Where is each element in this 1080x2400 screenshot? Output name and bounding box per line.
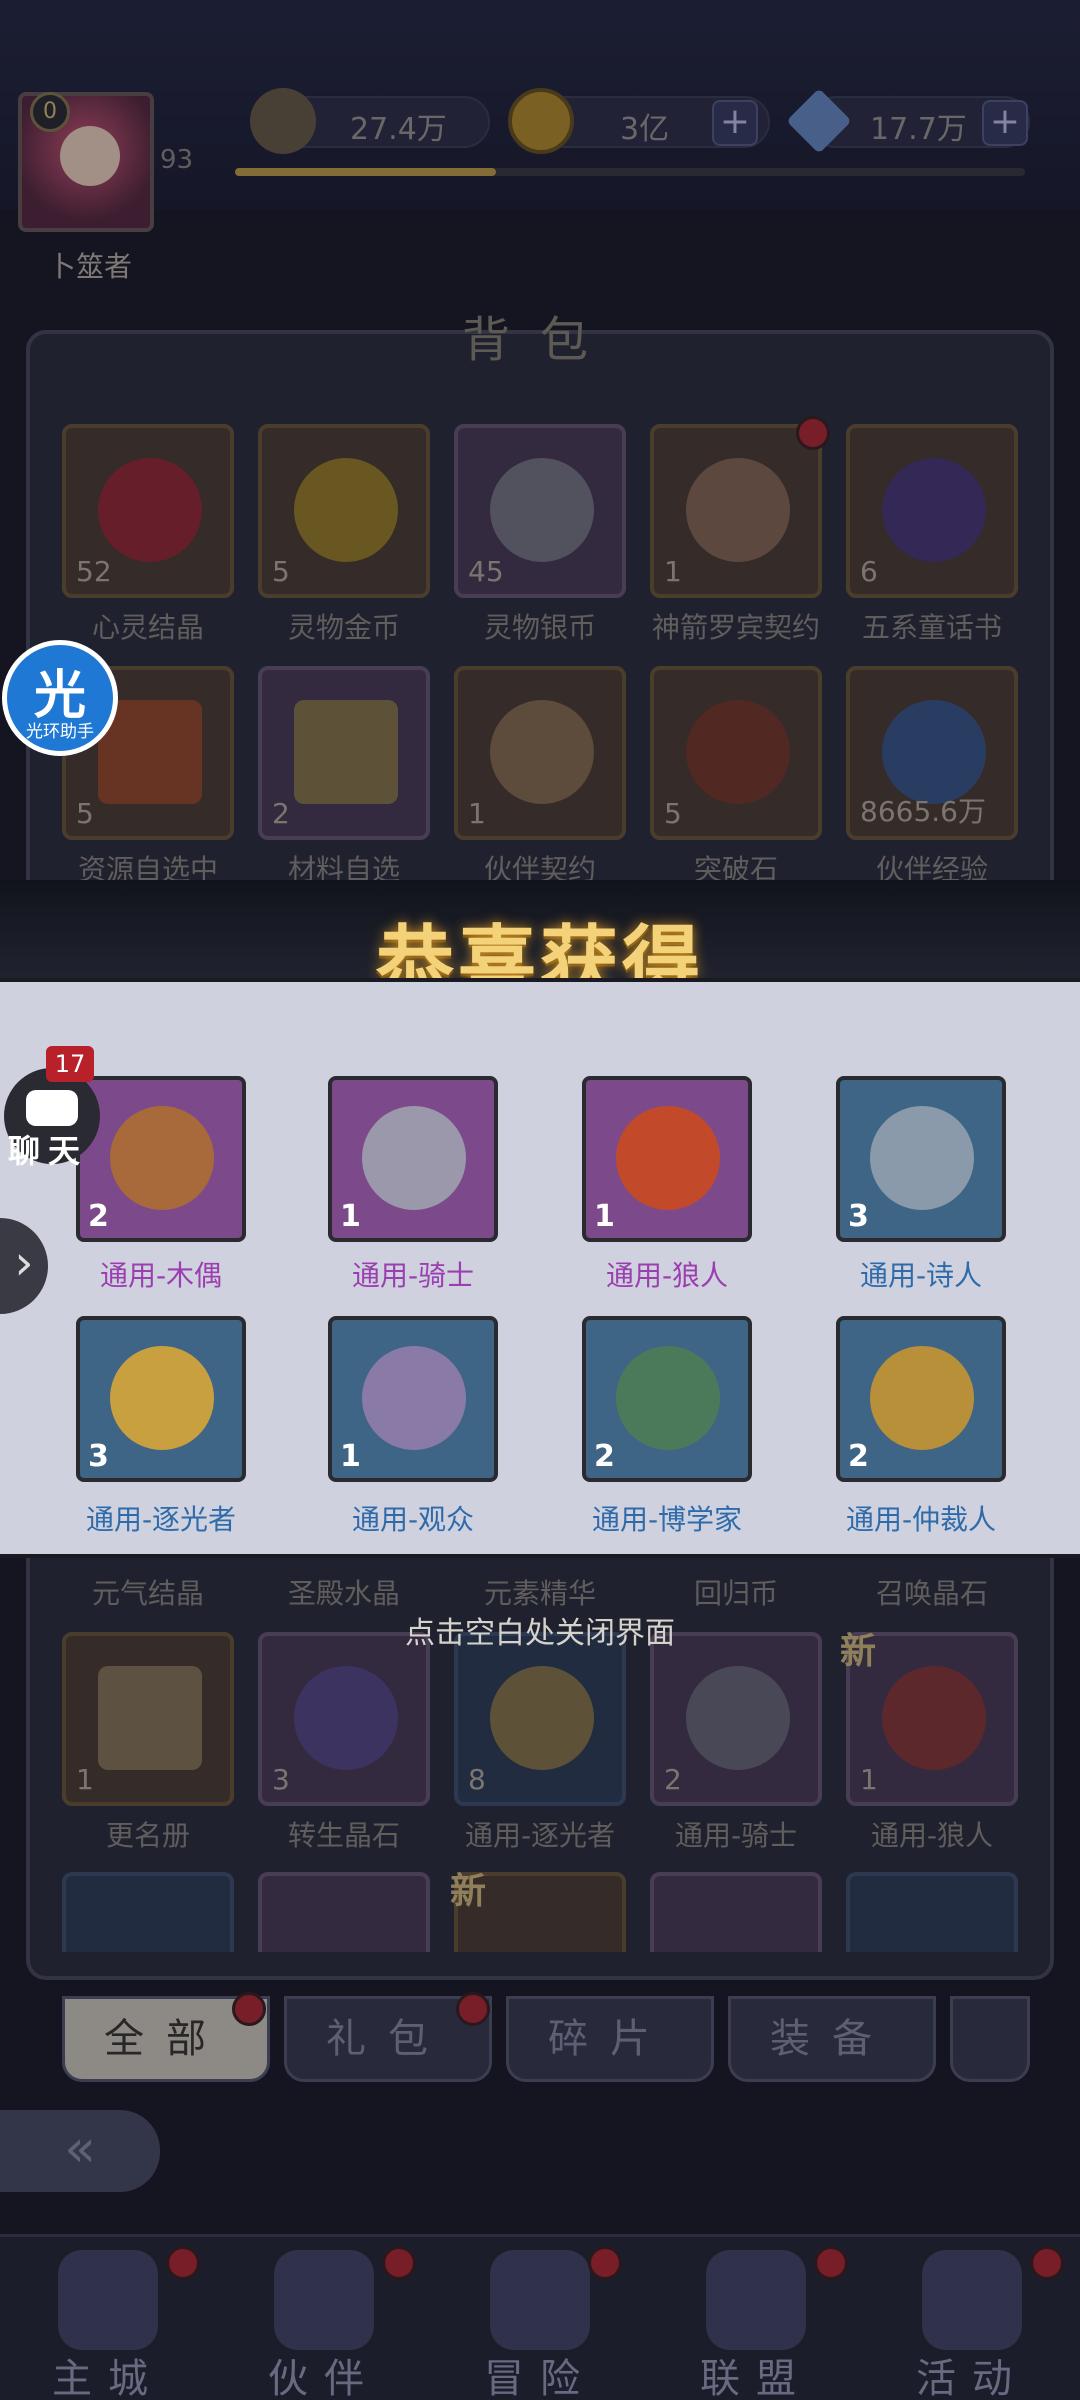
reward-item-arbiter[interactable]: 2	[836, 1316, 1006, 1482]
reward-item-lightchaser[interactable]: 3	[76, 1316, 246, 1482]
assistant-floating-button[interactable]: 光 光环助手	[2, 640, 118, 756]
reward-item-knight[interactable]: 1	[328, 1076, 498, 1242]
compass-emblem-icon	[616, 1346, 720, 1450]
wolf-icon	[616, 1106, 720, 1210]
puppet-icon	[110, 1106, 214, 1210]
reward-item-puppet[interactable]: 2	[76, 1076, 246, 1242]
reward-name: 通用-逐光者	[85, 1503, 237, 1536]
reward-item-poet[interactable]: 3	[836, 1076, 1006, 1242]
lyre-icon	[870, 1106, 974, 1210]
reward-name: 通用-狼人	[605, 1259, 729, 1292]
chat-bubble-icon	[26, 1090, 78, 1126]
reward-name: 通用-观众	[351, 1503, 475, 1536]
reward-item-scholar[interactable]: 2	[582, 1316, 752, 1482]
close-hint-text: 点击空白处关闭界面	[405, 1616, 675, 1651]
reward-name: 通用-木偶	[99, 1259, 223, 1292]
reward-name: 通用-骑士	[351, 1259, 475, 1292]
chat-unread-badge: 17	[46, 1046, 94, 1082]
reward-count: 3	[88, 1439, 109, 1474]
reward-item-audience[interactable]: 1	[328, 1316, 498, 1482]
reward-count: 1	[340, 1439, 361, 1474]
reward-count: 2	[848, 1439, 869, 1474]
reward-count: 2	[594, 1439, 615, 1474]
eye-crest-icon	[362, 1346, 466, 1450]
reward-name: 通用-仲裁人	[845, 1503, 997, 1536]
chat-label: 聊天	[8, 1132, 89, 1170]
assistant-label: 光环助手	[26, 722, 94, 742]
winged-helm-icon	[362, 1106, 466, 1210]
reward-count: 1	[340, 1199, 361, 1234]
reward-count: 1	[594, 1199, 615, 1234]
crescent-star-icon	[110, 1346, 214, 1450]
reward-name: 通用-诗人	[859, 1259, 983, 1292]
reward-item-werewolf[interactable]: 1	[582, 1076, 752, 1242]
reward-count: 2	[88, 1199, 109, 1234]
reward-name: 通用-博学家	[591, 1503, 743, 1536]
scales-icon	[870, 1346, 974, 1450]
reward-count: 3	[848, 1199, 869, 1234]
